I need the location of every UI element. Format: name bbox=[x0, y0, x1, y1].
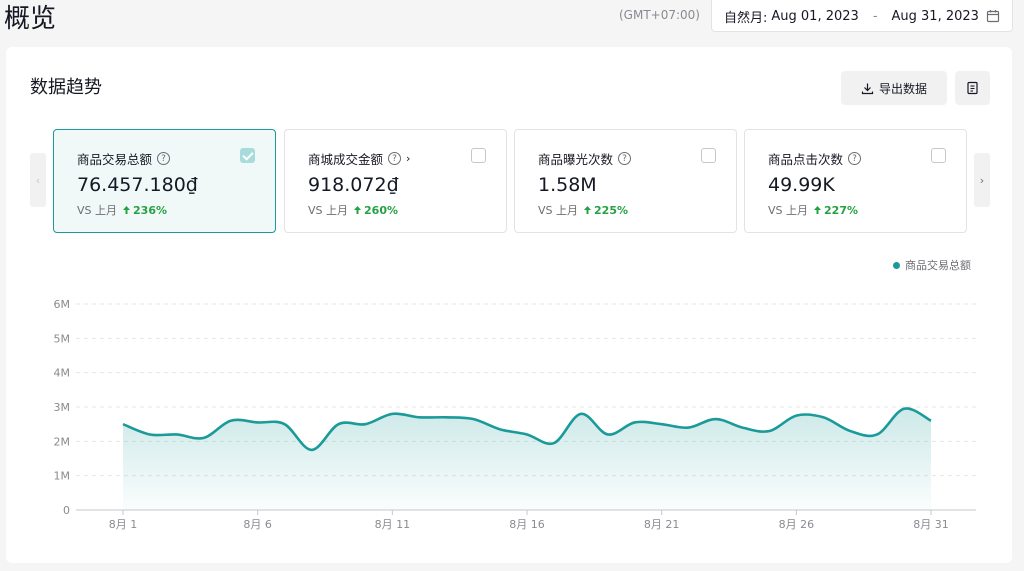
y-tick-label: 6M bbox=[54, 298, 71, 311]
x-tick-label: 8月 11 bbox=[375, 518, 411, 531]
y-tick-label: 4M bbox=[54, 367, 71, 380]
x-tick-label: 8月 6 bbox=[243, 518, 272, 531]
calendar-icon[interactable] bbox=[986, 9, 1000, 23]
date-range-type-label: 自然月: bbox=[724, 10, 768, 26]
date-start[interactable]: Aug 01, 2023 bbox=[771, 9, 858, 24]
trend-chart: 0 1M 2M 3M 4M 5M 6M 8月 1 8月 6 8月 11 8月 16 8月 21 8月 2… bbox=[54, 298, 976, 531]
x-tick-label: 8月 31 bbox=[913, 518, 949, 531]
x-tick-label: 8月 16 bbox=[509, 518, 545, 531]
y-tick-label: 2M bbox=[54, 435, 71, 448]
x-tick-label: 8月 21 bbox=[644, 518, 680, 531]
y-tick-label: 3M bbox=[54, 401, 71, 414]
date-separator: - bbox=[872, 8, 878, 24]
page-title: 概览 bbox=[4, 4, 57, 34]
timezone-label: (GMT+07:00) bbox=[619, 8, 700, 22]
x-tick-label: 8月 1 bbox=[109, 518, 138, 531]
x-tick-label: 8月 26 bbox=[779, 518, 815, 531]
data-trend-card: 数据趋势 导出数据 ‹ › 商品交易总额 ? 76.457.180₫ VS 上月… bbox=[6, 47, 1012, 563]
y-tick-label: 1M bbox=[54, 470, 71, 483]
date-range-picker[interactable]: 自然月: Aug 01, 2023 - Aug 31, 2023 bbox=[711, 0, 1013, 32]
y-tick-label: 0 bbox=[63, 504, 70, 517]
series-area bbox=[123, 408, 931, 510]
date-end[interactable]: Aug 31, 2023 bbox=[892, 9, 979, 24]
y-tick-label: 5M bbox=[54, 332, 71, 345]
